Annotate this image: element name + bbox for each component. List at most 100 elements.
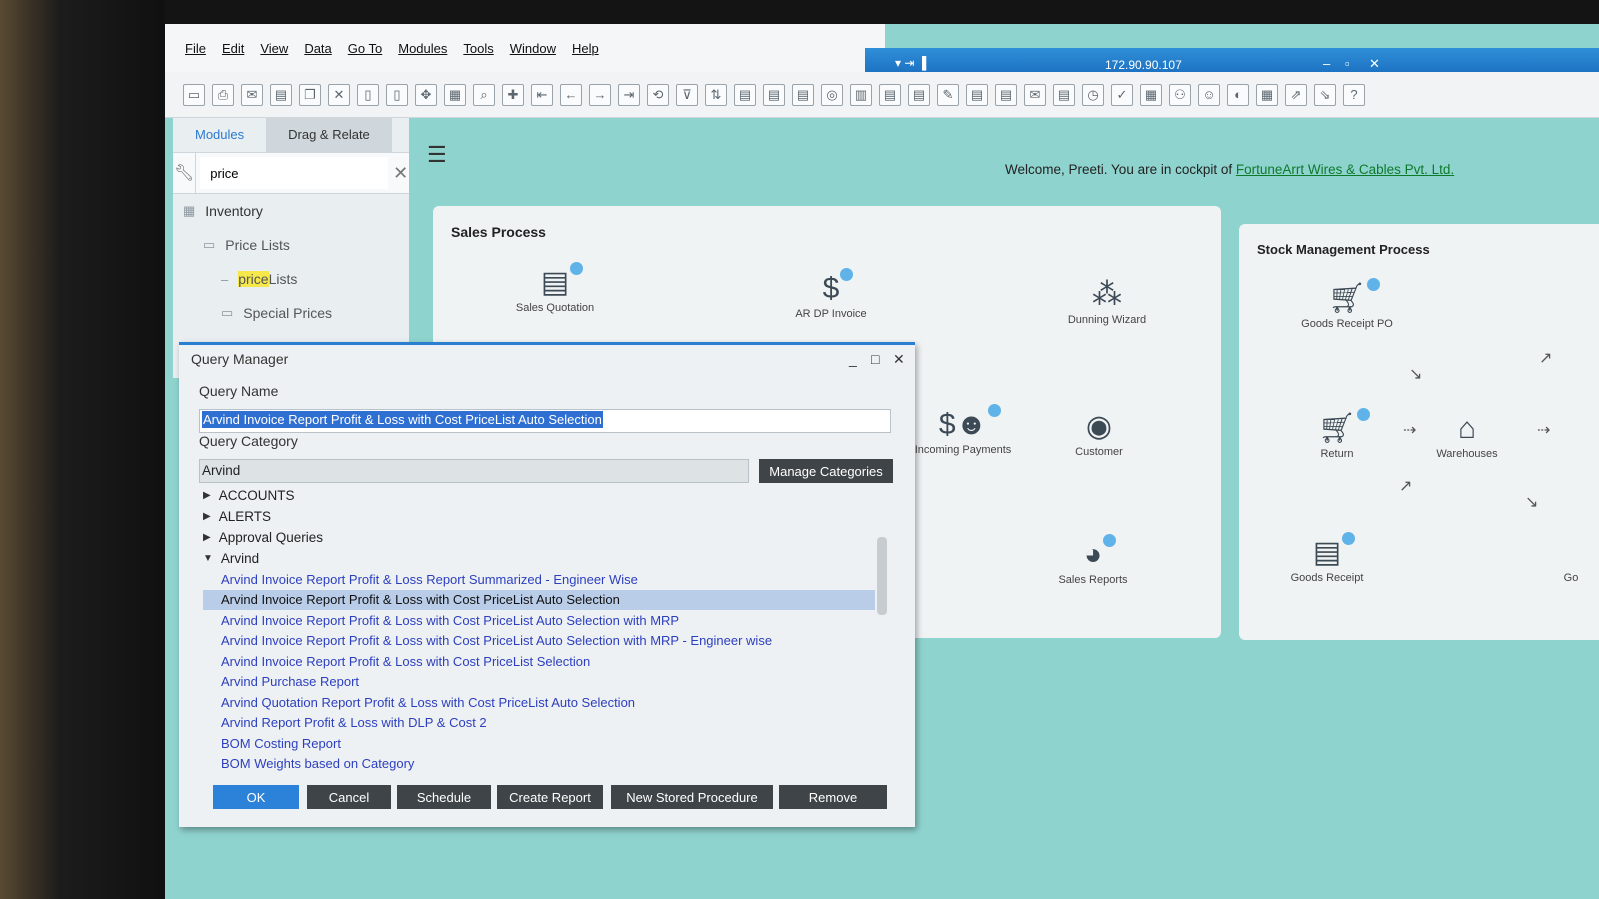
cancel-button[interactable]: Cancel bbox=[307, 785, 391, 809]
category-approval-queries[interactable]: ▶ Approval Queries bbox=[203, 527, 875, 548]
widgets-icon[interactable]: ▦ bbox=[1256, 83, 1278, 106]
base-document-icon[interactable]: ▤ bbox=[734, 83, 756, 106]
list-scrollbar[interactable] bbox=[877, 537, 887, 615]
node-customer[interactable]: ◉ Customer bbox=[1049, 408, 1149, 458]
tab-modules[interactable]: Modules bbox=[173, 118, 267, 152]
node-ar-dp-invoice[interactable]: $ AR DP Invoice bbox=[781, 268, 881, 320]
node-go[interactable]: Go bbox=[1551, 572, 1591, 584]
menu-data[interactable]: Data bbox=[304, 41, 331, 56]
node-sales-quotation[interactable]: ▤ Sales Quotation bbox=[505, 262, 605, 314]
transaction-journal-icon[interactable]: ▤ bbox=[792, 83, 814, 106]
new-stored-procedure-button[interactable]: New Stored Procedure bbox=[611, 785, 773, 809]
first-record-icon[interactable]: ⇤ bbox=[531, 83, 553, 106]
next-record-icon[interactable]: → bbox=[589, 83, 611, 106]
list-item[interactable]: Arvind Invoice Report Profit & Loss with… bbox=[203, 651, 875, 672]
query-name-field[interactable]: Arvind Invoice Report Profit & Loss with… bbox=[199, 409, 891, 433]
module-search-input[interactable] bbox=[200, 157, 389, 189]
fax-icon[interactable]: ▤ bbox=[270, 83, 292, 106]
close-icon[interactable]: ✕ bbox=[1369, 56, 1380, 72]
maximize-icon[interactable]: □ bbox=[871, 351, 879, 367]
tree-inventory[interactable]: ▦ Inventory bbox=[173, 194, 409, 228]
list-item[interactable]: BOM Costing Report bbox=[203, 733, 875, 754]
menu-modules[interactable]: Modules bbox=[398, 41, 447, 56]
layout-designer-icon[interactable]: ▥ bbox=[850, 83, 872, 106]
query-manager-icon[interactable]: ◷ bbox=[1082, 83, 1104, 106]
menu-tools[interactable]: Tools bbox=[463, 41, 493, 56]
hamburger-icon[interactable]: ☰ bbox=[427, 142, 447, 168]
org-icon[interactable]: ⚇ bbox=[1169, 83, 1191, 106]
list-item[interactable]: Arvind Invoice Report Profit & Loss with… bbox=[203, 610, 875, 631]
schedule-button[interactable]: Schedule bbox=[397, 785, 491, 809]
form-settings-icon[interactable]: ▦ bbox=[444, 83, 466, 106]
company-link[interactable]: FortuneArrt Wires & Cables Pvt. Ltd. bbox=[1236, 162, 1454, 177]
node-return[interactable]: 🛒︎ Return bbox=[1287, 408, 1387, 460]
category-alerts[interactable]: ▶ ALERTS bbox=[203, 506, 875, 527]
move-icon[interactable]: ✥ bbox=[415, 83, 437, 106]
list-item[interactable]: Arvind Quotation Report Profit & Loss wi… bbox=[203, 692, 875, 713]
list-item[interactable]: BOM Weights based on Category bbox=[203, 754, 875, 775]
list-item[interactable]: Arvind Invoice Report Profit & Loss with… bbox=[203, 631, 875, 652]
last-record-icon[interactable]: ⇥ bbox=[618, 83, 640, 106]
import-icon[interactable]: ⇘ bbox=[1314, 83, 1336, 106]
edit-icon[interactable]: ✎ bbox=[937, 83, 959, 106]
remove-button[interactable]: Remove bbox=[779, 785, 887, 809]
lock-screen-icon[interactable]: ◐ bbox=[1227, 83, 1249, 106]
print-icon[interactable]: ⎙ bbox=[212, 83, 234, 106]
close-icon[interactable]: ✕ bbox=[893, 351, 905, 368]
menu-view[interactable]: View bbox=[260, 41, 288, 56]
list-item[interactable]: Arvind Invoice Report Profit & Loss Repo… bbox=[203, 569, 875, 590]
gross-profit-icon[interactable]: ◎ bbox=[821, 83, 843, 106]
excel-icon[interactable]: ✕ bbox=[328, 83, 350, 106]
node-dunning-wizard[interactable]: ⁂ Dunning Wizard bbox=[1057, 276, 1157, 326]
email-icon[interactable]: ✉ bbox=[241, 83, 263, 106]
refresh-icon[interactable]: ⟲ bbox=[647, 83, 669, 106]
node-goods-receipt-po[interactable]: 🛒︎ Goods Receipt PO bbox=[1297, 278, 1397, 330]
clear-search-icon[interactable]: ✕ bbox=[392, 153, 409, 193]
user-icon[interactable]: ☺ bbox=[1198, 83, 1220, 106]
filter-icon[interactable]: ⊽ bbox=[676, 83, 698, 106]
tree-price-lists-folder[interactable]: ▭ Price Lists bbox=[173, 228, 409, 262]
tree-price-lists-item[interactable]: – price Lists bbox=[173, 262, 409, 296]
list-item[interactable]: Arvind Report Profit & Loss with DLP & C… bbox=[203, 713, 875, 734]
tree-special-prices[interactable]: ▭ Special Prices bbox=[173, 296, 409, 330]
category-accounts[interactable]: ▶ ACCOUNTS bbox=[203, 485, 875, 506]
calendar-icon[interactable]: ▤ bbox=[966, 83, 988, 106]
wrench-icon[interactable]: 🔧︎ bbox=[173, 153, 197, 193]
export-icon[interactable]: ⇗ bbox=[1285, 83, 1307, 106]
message-icon[interactable]: ✉ bbox=[1024, 83, 1046, 106]
help-icon[interactable]: ? bbox=[1343, 83, 1365, 106]
list-item[interactable]: Arvind Purchase Report bbox=[203, 672, 875, 693]
find-icon[interactable]: ⌕ bbox=[473, 83, 495, 106]
new-document-icon[interactable]: ▭ bbox=[183, 83, 205, 106]
menu-edit[interactable]: Edit bbox=[222, 41, 244, 56]
minimize-icon[interactable]: _ bbox=[849, 351, 857, 367]
settings-icon[interactable]: ▤ bbox=[908, 83, 930, 106]
tab-drag-relate[interactable]: Drag & Relate bbox=[266, 118, 392, 152]
node-goods-receipt[interactable]: ▤ Goods Receipt bbox=[1277, 532, 1377, 584]
word-icon[interactable]: ▯ bbox=[357, 83, 379, 106]
query-icon[interactable]: ▤ bbox=[879, 83, 901, 106]
node-sales-reports[interactable]: ◕ Sales Reports bbox=[1043, 534, 1143, 586]
menu-goto[interactable]: Go To bbox=[348, 41, 382, 56]
node-incoming-payments[interactable]: $☻ Incoming Payments bbox=[913, 404, 1013, 456]
menu-window[interactable]: Window bbox=[510, 41, 556, 56]
minimize-icon[interactable]: – bbox=[1323, 56, 1330, 71]
pdf-icon[interactable]: ▯ bbox=[386, 83, 408, 106]
create-report-button[interactable]: Create Report bbox=[497, 785, 603, 809]
add-icon[interactable]: ✚ bbox=[502, 83, 524, 106]
menu-file[interactable]: File bbox=[185, 41, 206, 56]
list-item-selected[interactable]: Arvind Invoice Report Profit & Loss with… bbox=[203, 589, 875, 610]
alert-icon[interactable]: ▤ bbox=[1053, 83, 1075, 106]
target-document-icon[interactable]: ▤ bbox=[763, 83, 785, 106]
approval-icon[interactable]: ✓ bbox=[1111, 83, 1133, 106]
category-arvind[interactable]: ▼ Arvind bbox=[203, 548, 875, 569]
report-icon[interactable]: ▤ bbox=[995, 83, 1017, 106]
previous-record-icon[interactable]: ← bbox=[560, 83, 582, 106]
ok-button[interactable]: OK bbox=[213, 785, 299, 809]
menu-help[interactable]: Help bbox=[572, 41, 599, 56]
node-warehouses[interactable]: ⌂ Warehouses bbox=[1417, 410, 1517, 460]
sort-icon[interactable]: ⇅ bbox=[705, 83, 727, 106]
query-category-field[interactable]: Arvind bbox=[199, 459, 749, 483]
copy-icon[interactable]: ❐ bbox=[299, 83, 321, 106]
calculator-icon[interactable]: ▦ bbox=[1140, 83, 1162, 106]
